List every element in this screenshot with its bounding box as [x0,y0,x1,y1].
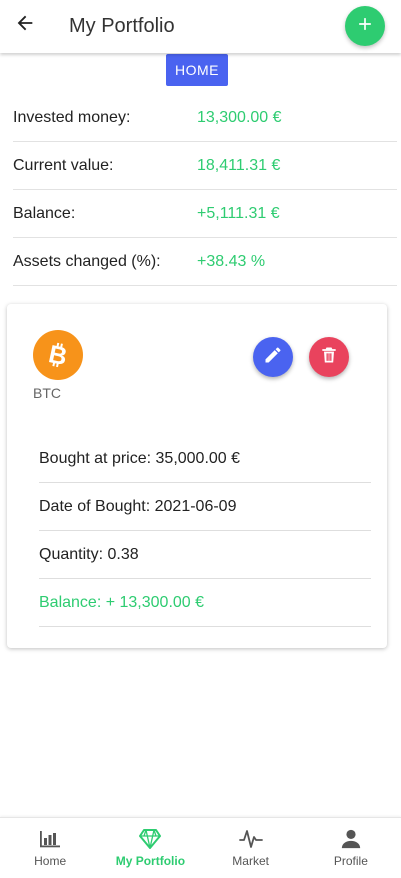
nav-item-home[interactable]: Home [0,818,100,878]
summary-value: +5,111.31 € [197,204,280,222]
coin-symbol: BTC [33,385,61,401]
summary-value: 18,411.31 € [197,156,281,174]
summary-row-current-value: Current value: 18,411.31 € [13,142,397,190]
summary-label: Invested money: [13,108,131,126]
app-screen: My Portfolio HOME Invested money: 13,300… [0,0,401,878]
top-app-bar: My Portfolio [0,0,401,53]
portfolio-summary: Invested money: 13,300.00 € Current valu… [13,94,397,286]
summary-value: +38.43 % [197,252,266,270]
pulse-icon [238,828,263,850]
bar-chart-icon [38,828,62,850]
detail-date-bought: Date of Bought: 2021-06-09 [39,483,371,531]
nav-label: Home [34,854,67,868]
trash-icon [319,345,339,370]
edit-asset-button[interactable] [253,337,293,377]
bottom-navigation: Home My Portfolio Market Profile [0,817,401,878]
back-button[interactable] [12,12,38,38]
summary-value: 13,300.00 € [197,108,282,126]
nav-label: Market [232,854,269,868]
summary-label: Assets changed (%): [13,252,161,270]
pencil-icon [263,345,283,370]
add-asset-button[interactable] [345,6,385,46]
summary-row-assets-changed: Assets changed (%): +38.43 % [13,238,397,286]
plus-icon [355,14,375,39]
nav-item-market[interactable]: Market [201,818,301,878]
summary-row-invested: Invested money: 13,300.00 € [13,94,397,142]
asset-details: Bought at price: 35,000.00 € Date of Bou… [39,435,371,627]
summary-label: Balance: [13,204,76,222]
detail-balance: Balance: + 13,300.00 € [39,579,371,627]
page-title: My Portfolio [69,15,175,37]
summary-row-balance: Balance: +5,111.31 € [13,190,397,238]
diamond-icon [138,828,162,850]
arrow-left-icon [14,12,36,39]
detail-bought-price: Bought at price: 35,000.00 € [39,435,371,483]
person-icon [339,828,363,850]
nav-label: My Portfolio [115,854,186,868]
summary-label: Current value: [13,156,114,174]
delete-asset-button[interactable] [309,337,349,377]
nav-label: Profile [333,854,368,868]
detail-quantity: Quantity: 0.38 [39,531,371,579]
nav-item-profile[interactable]: Profile [301,818,401,878]
nav-item-my-portfolio[interactable]: My Portfolio [100,818,200,878]
asset-card: B BTC Bought at price: 35,000.00 € Date … [7,304,387,648]
bitcoin-icon: B [33,330,83,380]
home-chip[interactable]: HOME [166,54,228,86]
